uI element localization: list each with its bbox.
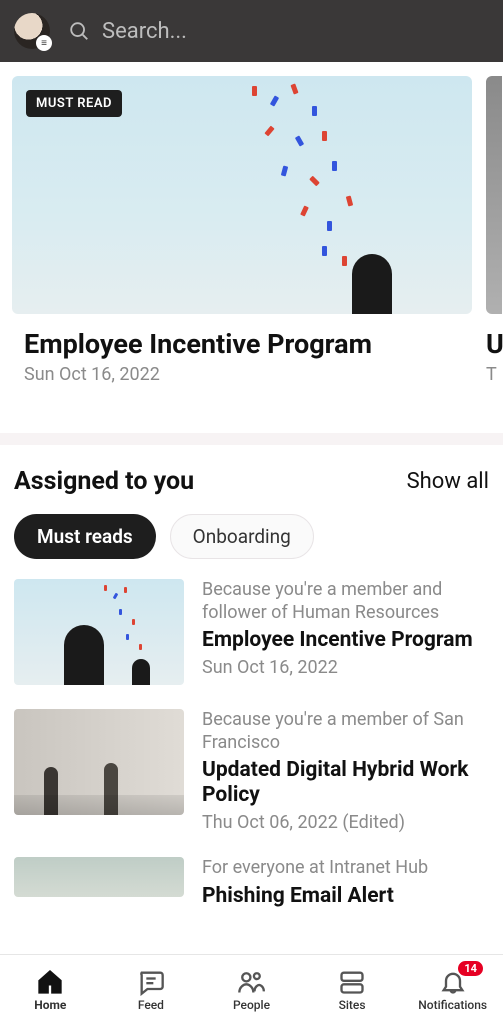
assigned-title: Assigned to you xyxy=(14,467,194,496)
hero-card-peek[interactable]: U T xyxy=(486,76,503,385)
list-item-reason: Because you're a member and follower of … xyxy=(202,579,489,624)
list-item-text: For everyone at Intranet Hub Phishing Em… xyxy=(202,857,489,913)
home-icon xyxy=(36,968,64,996)
nav-label: Home xyxy=(34,998,66,1012)
hero-image-peek xyxy=(486,76,502,314)
search-icon xyxy=(68,20,90,42)
chip-must-reads[interactable]: Must reads xyxy=(14,514,156,559)
nav-home[interactable]: Home xyxy=(0,955,101,1024)
list-item-title: Updated Digital Hybrid Work Policy xyxy=(202,758,489,808)
sites-icon xyxy=(338,968,366,996)
nav-people[interactable]: People xyxy=(201,955,302,1024)
list-item-date: Thu Oct 06, 2022 (Edited) xyxy=(202,812,489,833)
confetti-illustration xyxy=(12,76,472,314)
nav-label: People xyxy=(233,998,270,1012)
hero-date: Sun Oct 16, 2022 xyxy=(12,364,472,385)
list-item[interactable]: Because you're a member and follower of … xyxy=(14,579,489,685)
list-item-text: Because you're a member of San Francisco… xyxy=(202,709,489,833)
avatar[interactable]: ≡ xyxy=(14,13,50,49)
list-item[interactable]: For everyone at Intranet Hub Phishing Em… xyxy=(14,857,489,913)
show-all-link[interactable]: Show all xyxy=(407,469,489,494)
confetti-illustration-small xyxy=(14,579,184,685)
list-item-title: Employee Incentive Program xyxy=(202,628,489,653)
nav-sites[interactable]: Sites xyxy=(302,955,403,1024)
notification-badge: 14 xyxy=(458,961,483,976)
hero-carousel[interactable]: MUST READ xyxy=(0,62,503,385)
search-placeholder: Search... xyxy=(102,19,187,44)
feed-icon xyxy=(137,968,165,996)
nav-label: Notifications xyxy=(418,998,487,1012)
content-scroll[interactable]: MUST READ xyxy=(0,62,503,954)
filter-chips: Must reads Onboarding xyxy=(0,514,503,579)
bottom-nav: Home Feed People Sites 14 Notifications xyxy=(0,954,503,1024)
list-item[interactable]: Because you're a member of San Francisco… xyxy=(14,709,489,833)
list-thumb xyxy=(14,579,184,685)
search-input[interactable]: Search... xyxy=(68,19,489,44)
chip-onboarding[interactable]: Onboarding xyxy=(170,514,314,559)
nav-label: Sites xyxy=(339,998,366,1012)
hero-peek-title: U xyxy=(486,328,503,360)
avatar-menu-badge[interactable]: ≡ xyxy=(36,35,52,51)
nav-label: Feed xyxy=(138,998,164,1012)
list-thumb xyxy=(14,709,184,815)
list-item-title: Phishing Email Alert xyxy=(202,884,489,909)
list-item-reason: For everyone at Intranet Hub xyxy=(202,857,489,880)
list-item-text: Because you're a member and follower of … xyxy=(202,579,489,685)
list-thumb xyxy=(14,857,184,897)
hero-title: Employee Incentive Program xyxy=(12,328,472,360)
hero-image: MUST READ xyxy=(12,76,472,314)
top-bar: ≡ Search... xyxy=(0,0,503,62)
people-icon xyxy=(237,968,265,996)
hero-card[interactable]: MUST READ xyxy=(12,76,472,385)
hero-peek-date: T xyxy=(486,364,503,385)
section-divider xyxy=(0,433,503,445)
list-item-date: Sun Oct 16, 2022 xyxy=(202,657,489,678)
list-item-reason: Because you're a member of San Francisco xyxy=(202,709,489,754)
nav-notifications[interactable]: 14 Notifications xyxy=(402,955,503,1024)
assigned-list: Because you're a member and follower of … xyxy=(0,579,503,913)
nav-feed[interactable]: Feed xyxy=(101,955,202,1024)
assigned-header: Assigned to you Show all xyxy=(0,445,503,514)
